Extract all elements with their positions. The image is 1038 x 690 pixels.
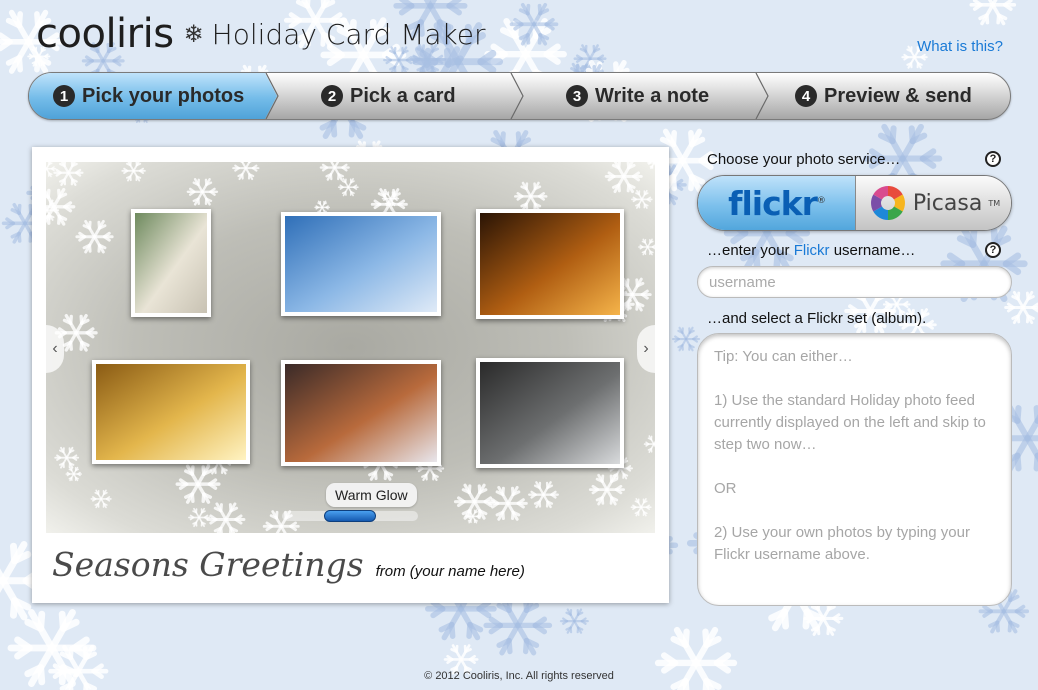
candles-photo xyxy=(480,213,620,315)
scrollbar-thumb[interactable] xyxy=(324,510,376,522)
step-4-label: Preview & send xyxy=(824,84,972,107)
username-input[interactable] xyxy=(697,266,1012,298)
step-1-pick-photos[interactable]: 1 Pick your photos xyxy=(29,73,277,119)
photo-thumb-gold-ornament[interactable] xyxy=(92,360,250,464)
brand-name: cooliris xyxy=(36,11,174,57)
photo-thumb-icicles[interactable] xyxy=(476,358,624,468)
tip-line: OR xyxy=(714,480,737,497)
step-1-number: 1 xyxy=(53,85,75,107)
copyright-footer: © 2012 Cooliris, Inc. All rights reserve… xyxy=(424,670,614,682)
greeting-from: from (your name here) xyxy=(375,563,525,580)
photo-scrollbar[interactable] xyxy=(282,510,418,522)
username-help-icon[interactable]: ? xyxy=(985,242,1001,258)
photo-thumb-snowmen[interactable] xyxy=(131,209,211,317)
step-divider-icon xyxy=(510,73,524,119)
card-greeting: Seasons Greetings from (your name here) xyxy=(52,545,525,584)
step-3-number: 3 xyxy=(566,85,588,107)
photo-service-toggle: flickr® Picasa TM xyxy=(697,175,1012,231)
step-2-label: Pick a card xyxy=(350,84,456,107)
photo-thumb-candles[interactable] xyxy=(476,209,624,319)
album-select-list[interactable]: Tip: You can either… 1) Use the standard… xyxy=(697,333,1012,606)
logo: cooliris ❄ Holiday Card Maker xyxy=(36,11,486,57)
photo-caption: Warm Glow xyxy=(326,483,417,507)
picasa-button[interactable]: Picasa TM xyxy=(855,176,1011,230)
greeting-title: Seasons Greetings xyxy=(52,545,364,584)
gold-ornament-photo xyxy=(96,364,246,460)
service-help-icon[interactable]: ? xyxy=(985,151,1001,167)
snowmen-photo xyxy=(135,213,207,313)
album-label: …and select a Flickr set (album). xyxy=(707,310,927,327)
tip-line: 2) Use your own photos by typing your Fl… xyxy=(714,524,970,563)
photo-thumb-warm-glow[interactable] xyxy=(281,360,441,466)
step-4-number: 4 xyxy=(795,85,817,107)
step-3-label: Write a note xyxy=(595,84,710,107)
picasa-icon xyxy=(870,186,905,220)
step-2-pick-card[interactable]: 2 Pick a card xyxy=(321,73,456,119)
picasa-logo: Picasa TM xyxy=(869,184,1000,222)
step-divider-icon xyxy=(265,73,279,119)
step-2-number: 2 xyxy=(321,85,343,107)
service-label: Choose your photo service… xyxy=(707,151,901,168)
step-1-label: Pick your photos xyxy=(82,84,245,107)
flickr-button[interactable]: flickr® xyxy=(698,176,855,230)
what-is-this-link[interactable]: What is this? xyxy=(917,38,1003,55)
step-3-write-note[interactable]: 3 Write a note xyxy=(566,73,709,119)
snowflake-photo xyxy=(285,216,437,312)
username-label: …enter your Flickr username… xyxy=(707,242,916,259)
tip-line: Tip: You can either… xyxy=(714,348,853,365)
icicles-photo xyxy=(480,362,620,464)
warm-glow-photo xyxy=(285,364,437,462)
step-divider-icon xyxy=(755,73,769,119)
app-title: Holiday Card Maker xyxy=(211,17,486,51)
photo-thumb-snowflake[interactable] xyxy=(281,212,441,316)
tip-line: 1) Use the standard Holiday photo feed c… xyxy=(714,392,986,453)
next-arrow-icon[interactable]: › xyxy=(637,325,655,373)
steps-bar: 1 Pick your photos 2 Pick a card 3 Write… xyxy=(28,72,1011,120)
photo-stage: Warm Glow xyxy=(46,162,655,533)
flickr-logo: flickr® xyxy=(728,183,826,223)
step-4-preview-send[interactable]: 4 Preview & send xyxy=(795,73,972,119)
snowflake-icon: ❄ xyxy=(183,20,204,48)
card-preview-panel: Warm Glow ‹ › Seasons Greetings from (yo… xyxy=(32,147,669,603)
